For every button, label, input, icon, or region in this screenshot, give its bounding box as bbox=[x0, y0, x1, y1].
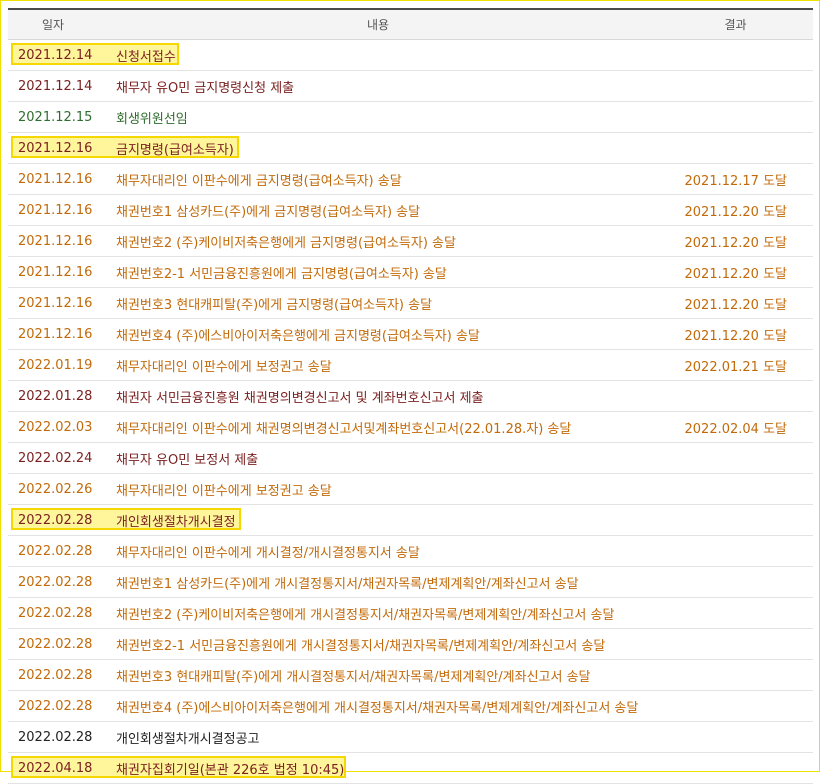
row-date: 2021.12.16 bbox=[18, 295, 93, 311]
table-row: 2021.12.16 채권번호3 현대캐피탈(주)에게 금지명령(급여소득자) 송… bbox=[8, 288, 813, 319]
row-date: 2021.12.14 bbox=[18, 47, 93, 63]
row-content: 채권번호1 삼성카드(주)에게 금지명령(급여소득자) 송달 bbox=[116, 204, 421, 220]
row-date: 2022.04.18 bbox=[18, 760, 93, 776]
row-date: 2022.02.28 bbox=[18, 667, 93, 683]
row-content: 회생위원선임 bbox=[116, 111, 188, 127]
row-content: 채권번호1 삼성카드(주)에게 개시결정통지서/채권자목록/변제계획안/계좌신고… bbox=[116, 576, 579, 592]
row-date: 2021.12.16 bbox=[18, 264, 93, 280]
row-content: 채무자대리인 이판수에게 채권명의변경신고서및계좌번호신고서(22.01.28.… bbox=[116, 421, 572, 437]
table-row: 2021.12.16 채권번호2-1 서민금융진흥원에게 금지명령(급여소득자) … bbox=[8, 257, 813, 288]
row-content: 개인회생절차개시결정 bbox=[116, 514, 236, 530]
row-date: 2022.02.28 bbox=[18, 698, 93, 714]
row-date: 2021.12.16 bbox=[18, 233, 93, 249]
table-row: 2021.12.16 채권번호4 (주)에스비아이저축은행에게 금지명령(급여소득… bbox=[8, 319, 813, 350]
table-row: 2022.02.03 채무자대리인 이판수에게 채권명의변경신고서및계좌번호신고서… bbox=[8, 412, 813, 443]
table-row: 2022.01.19 채무자대리인 이판수에게 보정권고 송달 2022.01.21… bbox=[8, 350, 813, 381]
row-date: 2021.12.16 bbox=[18, 140, 93, 156]
table-row: 2022.02.28 개인회생절차개시결정 bbox=[8, 505, 813, 536]
row-content: 채권번호4 (주)에스비아이저축은행에게 개시결정통지서/채권자목록/변제계획안… bbox=[116, 700, 639, 716]
table-row: 2021.12.16 채권번호2 (주)케이비저축은행에게 금지명령(급여소득자)… bbox=[8, 226, 813, 257]
row-result: 2021.12.20 도달 bbox=[684, 328, 788, 344]
table-row: 2021.12.15 회생위원선임 bbox=[8, 102, 813, 133]
row-date: 2022.02.28 bbox=[18, 512, 93, 528]
row-content: 채권번호3 현대캐피탈(주)에게 금지명령(급여소득자) 송달 bbox=[116, 297, 433, 313]
row-content: 채무자 유O민 보정서 제출 bbox=[116, 452, 259, 468]
row-date: 2021.12.14 bbox=[18, 78, 93, 94]
table-row: 2021.12.16 금지명령(급여소득자) bbox=[8, 133, 813, 164]
row-result: 2021.12.20 도달 bbox=[684, 266, 788, 282]
row-date: 2021.12.15 bbox=[18, 109, 93, 125]
row-result: 2022.02.04 도달 bbox=[684, 421, 788, 437]
row-result: 2021.12.17 도달 bbox=[684, 173, 788, 189]
row-content: 채무자대리인 이판수에게 개시결정/개시결정통지서 송달 bbox=[116, 545, 420, 561]
row-date: 2022.02.28 bbox=[18, 605, 93, 621]
table-row: 2022.02.24 채무자 유O민 보정서 제출 bbox=[8, 443, 813, 474]
row-content: 개인회생절차개시결정공고 bbox=[116, 731, 260, 747]
case-history-table: 일자 내용 결과 2021.12.14 신청서접수 2021.12.14 채무자 유O… bbox=[8, 8, 813, 784]
row-content: 채무자 유O민 금지명령신청 제출 bbox=[116, 80, 295, 96]
row-content: 채무자대리인 이판수에게 금지명령(급여소득자) 송달 bbox=[116, 173, 402, 189]
row-content: 신청서접수 bbox=[116, 49, 176, 65]
row-content: 채무자대리인 이판수에게 보정권고 송달 bbox=[116, 359, 332, 375]
table-row: 2022.02.28 채권번호4 (주)에스비아이저축은행에게 개시결정통지서/채… bbox=[8, 691, 813, 722]
table-header: 일자 내용 결과 bbox=[8, 10, 813, 40]
table-row: 2021.12.16 채무자대리인 이판수에게 금지명령(급여소득자) 송달 202… bbox=[8, 164, 813, 195]
row-date: 2022.02.28 bbox=[18, 543, 93, 559]
table-row: 2022.02.28 개인회생절차개시결정공고 bbox=[8, 722, 813, 753]
row-date: 2022.02.24 bbox=[18, 450, 93, 466]
table-row: 2021.12.14 채무자 유O민 금지명령신청 제출 bbox=[8, 71, 813, 102]
row-result: 2021.12.20 도달 bbox=[684, 297, 788, 313]
row-content: 채권번호3 현대캐피탈(주)에게 개시결정통지서/채권자목록/변제계획안/계좌신… bbox=[116, 669, 591, 685]
table-row: 2022.02.28 채권번호3 현대캐피탈(주)에게 개시결정통지서/채권자목록… bbox=[8, 660, 813, 691]
row-content: 채권번호2-1 서민금융진흥원에게 개시결정통지서/채권자목록/변제계획안/계좌… bbox=[116, 638, 606, 654]
table-row: 2021.12.16 채권번호1 삼성카드(주)에게 금지명령(급여소득자) 송달… bbox=[8, 195, 813, 226]
row-content: 채권자집회기일(본관 226호 법정 10:45) bbox=[116, 762, 345, 778]
header-content: 내용 bbox=[366, 18, 390, 32]
table-row: 2022.02.28 채권번호2-1 서민금융진흥원에게 개시결정통지서/채권자목… bbox=[8, 629, 813, 660]
row-content: 채권번호2 (주)케이비저축은행에게 금지명령(급여소득자) 송달 bbox=[116, 235, 456, 251]
row-date: 2022.01.28 bbox=[18, 388, 93, 404]
row-content: 채무자대리인 이판수에게 보정권고 송달 bbox=[116, 483, 332, 499]
table-row: 2022.02.26 채무자대리인 이판수에게 보정권고 송달 bbox=[8, 474, 813, 505]
row-date: 2022.02.03 bbox=[18, 419, 93, 435]
row-content: 금지명령(급여소득자) bbox=[116, 142, 234, 158]
table-row: 2021.12.14 신청서접수 bbox=[8, 40, 813, 71]
header-date: 일자 bbox=[41, 18, 65, 32]
row-content: 채권번호2 (주)케이비저축은행에게 개시결정통지서/채권자목록/변제계획안/계… bbox=[116, 607, 615, 623]
row-result: 2022.01.21 도달 bbox=[684, 359, 788, 375]
row-date: 2022.02.28 bbox=[18, 729, 93, 745]
header-result: 결과 bbox=[724, 18, 747, 32]
row-date: 2022.01.19 bbox=[18, 357, 93, 373]
row-content: 채권번호4 (주)에스비아이저축은행에게 금지명령(급여소득자) 송달 bbox=[116, 328, 480, 344]
row-content: 채권자 서민금융진흥원 채권명의변경신고서 및 계좌번호신고서 제출 bbox=[116, 390, 484, 406]
row-date: 2022.02.28 bbox=[18, 574, 93, 590]
table-row: 2022.04.18 채권자집회기일(본관 226호 법정 10:45) bbox=[8, 753, 813, 784]
row-date: 2021.12.16 bbox=[18, 171, 93, 187]
row-date: 2022.02.26 bbox=[18, 481, 93, 497]
row-result: 2021.12.20 도달 bbox=[684, 235, 788, 251]
row-date: 2021.12.16 bbox=[18, 326, 93, 342]
row-date: 2021.12.16 bbox=[18, 202, 93, 218]
table-row: 2022.02.28 채권번호2 (주)케이비저축은행에게 개시결정통지서/채권자… bbox=[8, 598, 813, 629]
row-date: 2022.02.28 bbox=[18, 636, 93, 652]
row-result: 2021.12.20 도달 bbox=[684, 204, 788, 220]
table-row: 2022.02.28 채권번호1 삼성카드(주)에게 개시결정통지서/채권자목록/… bbox=[8, 567, 813, 598]
table-row: 2022.01.28 채권자 서민금융진흥원 채권명의변경신고서 및 계좌번호신고… bbox=[8, 381, 813, 412]
table-body: 2021.12.14 신청서접수 2021.12.14 채무자 유O민 금지명령신청 … bbox=[8, 40, 813, 784]
row-content: 채권번호2-1 서민금융진흥원에게 금지명령(급여소득자) 송달 bbox=[116, 266, 447, 282]
table-row: 2022.02.28 채무자대리인 이판수에게 개시결정/개시결정통지서 송달 bbox=[8, 536, 813, 567]
